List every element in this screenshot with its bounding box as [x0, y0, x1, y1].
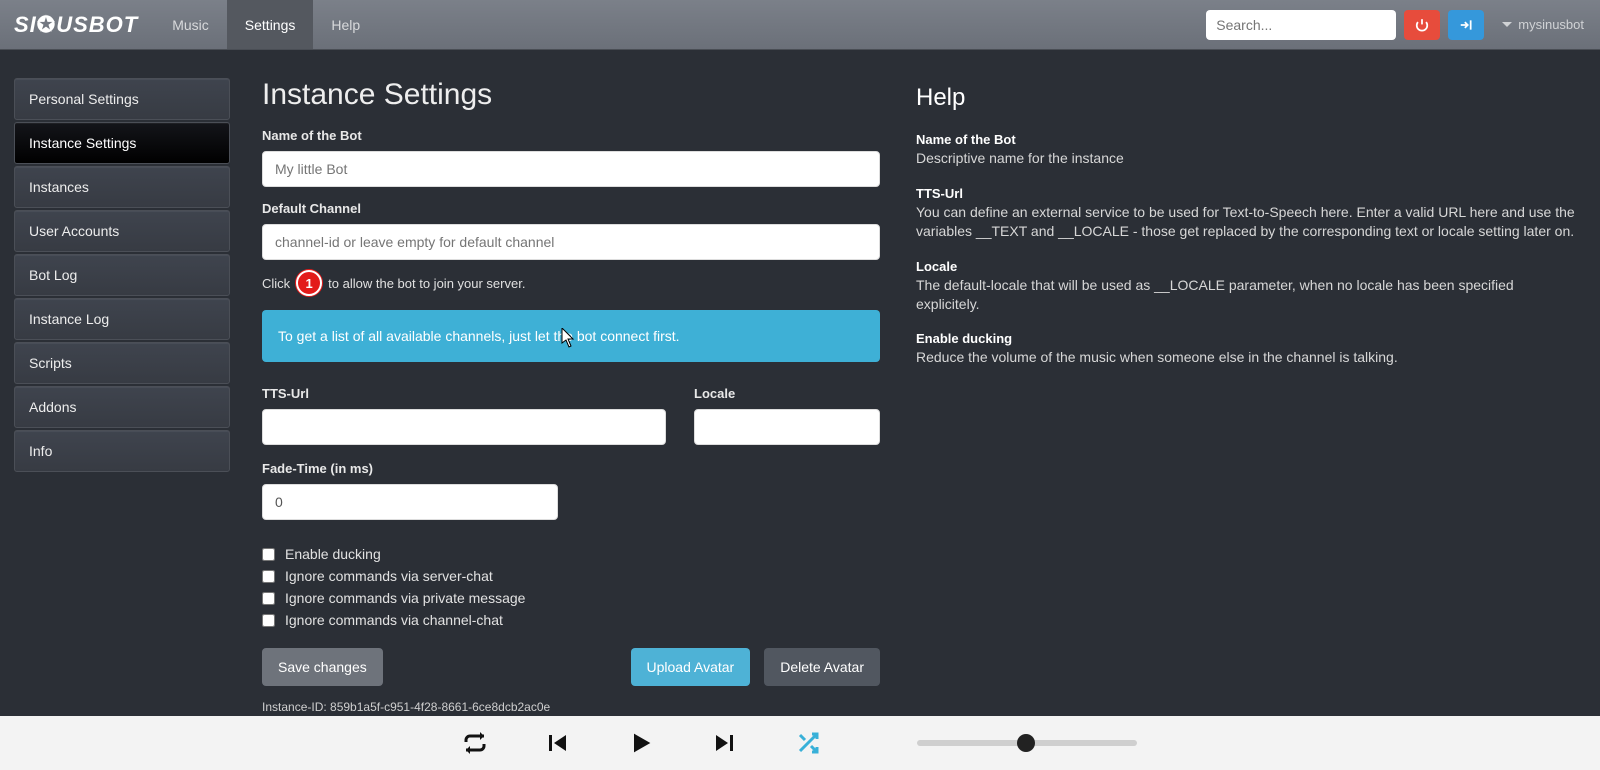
tab-music[interactable]: Music: [154, 0, 227, 49]
settings-form: Instance Settings Name of the Bot Defaul…: [262, 78, 880, 706]
logout-button[interactable]: [1448, 10, 1484, 40]
tab-settings[interactable]: Settings: [227, 0, 314, 49]
sidebar-item-scripts[interactable]: Scripts: [14, 342, 230, 384]
ignore-server-chat-checkbox[interactable]: Ignore commands via server-chat: [262, 568, 880, 584]
caret-down-icon: [1502, 22, 1512, 27]
cursor-icon: [561, 328, 575, 348]
shuffle-icon[interactable]: [795, 731, 821, 755]
tts-url-input[interactable]: [262, 409, 666, 445]
top-nav: SI✪USBOT Music Settings Help mysinusbot: [0, 0, 1600, 50]
sidebar-item-instances[interactable]: Instances: [14, 166, 230, 208]
checkbox-icon[interactable]: [262, 592, 275, 605]
sidebar-item-instance-settings[interactable]: Instance Settings: [14, 122, 230, 164]
upload-avatar-button[interactable]: Upload Avatar: [631, 648, 751, 686]
repeat-icon[interactable]: [463, 731, 487, 755]
help-item: TTS-Url You can define an external servi…: [916, 186, 1576, 241]
help-item-title: TTS-Url: [916, 186, 1576, 201]
content: Instance Settings Name of the Bot Defaul…: [244, 50, 1600, 716]
help-panel: Help Name of the Bot Descriptive name fo…: [916, 78, 1576, 706]
fade-time-input[interactable]: [262, 484, 558, 520]
hint-suffix: to allow the bot to join your server.: [328, 276, 525, 291]
sidebar-item-info[interactable]: Info: [14, 430, 230, 472]
locale-input[interactable]: [694, 409, 880, 445]
checkbox-icon[interactable]: [262, 548, 275, 561]
previous-icon[interactable]: [543, 731, 571, 755]
default-channel-input[interactable]: [262, 224, 880, 260]
sidebar: Personal Settings Instance Settings Inst…: [0, 50, 244, 716]
page-title: Instance Settings: [262, 78, 880, 112]
help-item: Locale The default-locale that will be u…: [916, 259, 1576, 314]
help-item-desc: Reduce the volume of the music when some…: [916, 348, 1576, 367]
brand-logo: SI✪USBOT: [0, 0, 154, 49]
nav-right: mysinusbot: [1190, 0, 1600, 49]
delete-avatar-button[interactable]: Delete Avatar: [764, 648, 880, 686]
seek-slider[interactable]: [917, 740, 1137, 746]
user-dropdown[interactable]: mysinusbot: [1492, 17, 1584, 32]
help-item: Name of the Bot Descriptive name for the…: [916, 132, 1576, 168]
help-item-title: Name of the Bot: [916, 132, 1576, 147]
locale-label: Locale: [694, 386, 880, 401]
play-icon[interactable]: [627, 729, 655, 757]
channel-hint: Click 1 to allow the bot to join your se…: [262, 270, 880, 296]
power-icon: [1415, 18, 1429, 32]
bot-name-input[interactable]: [262, 151, 880, 187]
button-row: Save changes Upload Avatar Delete Avatar: [262, 648, 880, 686]
sidebar-item-user-accounts[interactable]: User Accounts: [14, 210, 230, 252]
hint-prefix: Click: [262, 276, 290, 291]
checkbox-group: Enable ducking Ignore commands via serve…: [262, 546, 880, 628]
help-item: Enable ducking Reduce the volume of the …: [916, 331, 1576, 367]
enable-ducking-label: Enable ducking: [285, 546, 381, 562]
help-item-desc: The default-locale that will be used as …: [916, 276, 1576, 314]
instance-id: Instance-ID: 859b1a5f-c951-4f28-8661-6ce…: [262, 700, 880, 714]
help-title: Help: [916, 84, 1576, 112]
bot-name-label: Name of the Bot: [262, 128, 880, 143]
logout-icon: [1459, 18, 1473, 32]
ignore-server-chat-label: Ignore commands via server-chat: [285, 568, 493, 584]
ignore-private-message-label: Ignore commands via private message: [285, 590, 525, 606]
seek-knob[interactable]: [1017, 734, 1035, 752]
ignore-channel-chat-label: Ignore commands via channel-chat: [285, 612, 503, 628]
help-item-title: Locale: [916, 259, 1576, 274]
checkbox-icon[interactable]: [262, 614, 275, 627]
help-item-title: Enable ducking: [916, 331, 1576, 346]
checkbox-icon[interactable]: [262, 570, 275, 583]
power-button[interactable]: [1404, 10, 1440, 40]
ignore-channel-chat-checkbox[interactable]: Ignore commands via channel-chat: [262, 612, 880, 628]
next-icon[interactable]: [711, 731, 739, 755]
sidebar-item-personal-settings[interactable]: Personal Settings: [14, 78, 230, 120]
tts-url-label: TTS-Url: [262, 386, 666, 401]
sidebar-item-addons[interactable]: Addons: [14, 386, 230, 428]
enable-ducking-checkbox[interactable]: Enable ducking: [262, 546, 880, 562]
nav-tabs: Music Settings Help: [154, 0, 378, 49]
help-item-desc: You can define an external service to be…: [916, 203, 1576, 241]
tab-help[interactable]: Help: [313, 0, 378, 49]
search-input[interactable]: [1206, 10, 1396, 40]
save-button[interactable]: Save changes: [262, 648, 383, 686]
sidebar-item-bot-log[interactable]: Bot Log: [14, 254, 230, 296]
player-bar: [0, 716, 1600, 770]
main: Personal Settings Instance Settings Inst…: [0, 50, 1600, 716]
help-item-desc: Descriptive name for the instance: [916, 149, 1576, 168]
ignore-private-message-checkbox[interactable]: Ignore commands via private message: [262, 590, 880, 606]
fade-time-label: Fade-Time (in ms): [262, 461, 880, 476]
default-channel-label: Default Channel: [262, 201, 880, 216]
user-name: mysinusbot: [1518, 17, 1584, 32]
annotation-badge-1: 1: [296, 270, 322, 296]
sidebar-item-instance-log[interactable]: Instance Log: [14, 298, 230, 340]
